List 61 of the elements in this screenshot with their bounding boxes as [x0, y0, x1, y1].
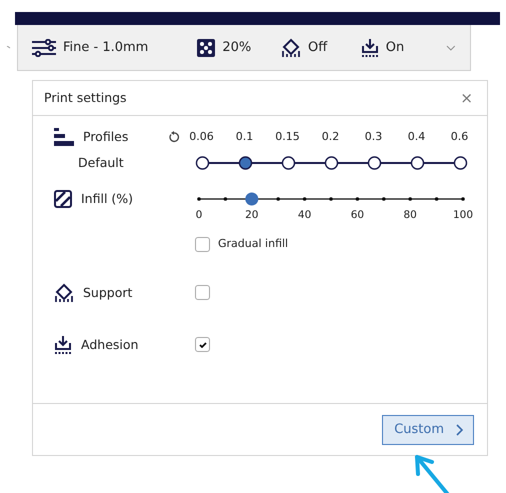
slider-stop[interactable] [410, 156, 424, 170]
checkbox[interactable] [195, 237, 210, 252]
slider-stop[interactable] [196, 156, 210, 170]
support-icon [280, 38, 301, 58]
checkbox[interactable] [195, 337, 210, 352]
tick-mark [461, 196, 465, 201]
tick-mark [276, 196, 280, 201]
sliders-icon [32, 38, 56, 56]
support-value: Off [308, 38, 328, 57]
profile-option-label: 0.6 [450, 128, 468, 145]
slider-stop[interactable] [368, 156, 382, 170]
gradual-infill-label: Gradual infill [218, 236, 288, 252]
check-icon [198, 342, 206, 348]
panel-title: Print settings [44, 88, 127, 107]
infill-value: 20% [222, 38, 252, 57]
profile-option-label: 0.2 [322, 128, 340, 145]
infill-icon [197, 38, 216, 56]
tick-label: 100 [452, 208, 474, 223]
profile-option-label: 0.15 [275, 128, 300, 145]
tick-label: 0 [194, 208, 204, 223]
slider-stop[interactable] [324, 156, 338, 170]
print-setup-bar[interactable]: Fine - 1.0mm 20% Off On [17, 25, 471, 71]
support-label: Support [83, 284, 132, 302]
profiles-icon [54, 128, 74, 146]
profile-option-label: 0.06 [189, 128, 214, 145]
tick-label: 40 [296, 208, 312, 223]
adhesion-icon [360, 38, 379, 58]
slider-thumb[interactable] [245, 192, 258, 206]
chevron-right-icon [456, 424, 463, 436]
slider-stop[interactable] [282, 156, 296, 170]
chevron-down-icon[interactable] [446, 44, 456, 50]
tick-mark [434, 196, 438, 201]
reset-icon[interactable] [168, 131, 180, 143]
custom-button[interactable]: Custom [382, 414, 474, 444]
infill-pattern-icon [54, 190, 72, 208]
tick-label: 60 [350, 208, 366, 223]
adhesion-value: On [386, 38, 404, 57]
infill-label: Infill (%) [81, 190, 134, 208]
adhesion-icon [54, 334, 72, 355]
support-icon [54, 282, 74, 303]
tick-mark [302, 196, 306, 201]
slider-stop[interactable] [238, 156, 252, 170]
checkbox[interactable] [195, 285, 210, 300]
profile-option-label: 0.1 [236, 128, 254, 145]
tick-label: 20 [244, 208, 260, 223]
tick-mark [408, 196, 412, 201]
profiles-label: Profiles [83, 128, 128, 146]
chevron-icon[interactable] [6, 46, 11, 50]
profile-option-label: 0.3 [364, 128, 382, 145]
tick-mark [329, 196, 333, 201]
slider-stop[interactable] [454, 156, 468, 170]
tick-mark [224, 196, 228, 201]
adhesion-label: Adhesion [81, 336, 138, 354]
tick-mark [356, 196, 360, 201]
profile-option-label: 0.4 [408, 128, 426, 145]
tick-mark [197, 196, 201, 201]
close-button[interactable]: × [460, 86, 473, 110]
tick-label: 80 [402, 208, 418, 223]
tick-mark [382, 196, 386, 201]
profile-value: Fine - 1.0mm [63, 38, 148, 57]
profile-name: Default [78, 154, 124, 172]
